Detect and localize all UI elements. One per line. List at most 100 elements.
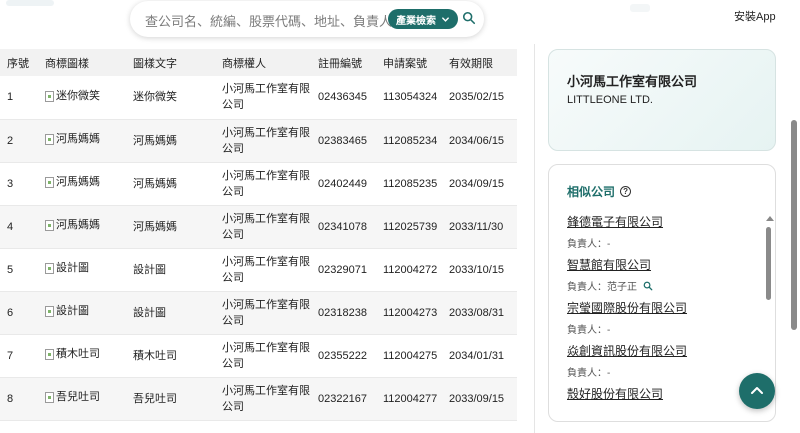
cell-reg-no: 02322167 bbox=[318, 392, 367, 405]
search-input[interactable]: 查公司名、統編、股票代碼、地址、負責人 bbox=[145, 11, 392, 30]
broken-image-icon bbox=[45, 219, 54, 231]
table-row[interactable]: 4 河馬媽媽 河馬媽媽 小河馬工作室有限公司 02341078 112025739 2033… bbox=[0, 205, 517, 248]
trademark-image: 河馬媽媽 bbox=[45, 131, 100, 147]
cell-app-no: 112085235 bbox=[383, 177, 438, 190]
cell-expiry: 2033/09/15 bbox=[449, 392, 505, 405]
trademark-image-alt: 迷你微笑 bbox=[56, 90, 100, 102]
cell-owner: 小河馬工作室有限公司 bbox=[222, 169, 310, 198]
table-row[interactable]: 5 設計圖 設計圖 小河馬工作室有限公司 02329071 112004272 2033/1… bbox=[0, 248, 517, 291]
cell-reg-no: 02329071 bbox=[318, 263, 367, 276]
table-row[interactable]: 1 迷你微笑 迷你微笑 小河馬工作室有限公司 02436345 113054324 2035… bbox=[0, 76, 517, 119]
similar-companies-label: 相似公司 bbox=[567, 185, 616, 199]
trademark-image: 河馬媽媽 bbox=[45, 174, 100, 190]
cell-owner: 小河馬工作室有限公司 bbox=[222, 298, 310, 327]
cell-expiry: 2034/01/31 bbox=[449, 349, 505, 362]
top-bar: 查公司名、統編、股票代碼、地址、負責人 產業檢索 安裝App bbox=[0, 0, 800, 44]
cell-owner: 小河馬工作室有限公司 bbox=[222, 212, 310, 241]
search-icon bbox=[462, 11, 476, 25]
column-header: 有效期限 bbox=[449, 57, 493, 70]
back-to-top-button[interactable] bbox=[739, 373, 775, 409]
company-name: 小河馬工作室有限公司 bbox=[567, 74, 698, 89]
search-button[interactable] bbox=[462, 11, 478, 27]
similar-companies-title: 相似公司 ? bbox=[567, 183, 632, 200]
trademark-table: 序號 商標圖樣 圖樣文字 商標權人 註冊編號 申請案號 有效期限 1 迷你微笑 迷你… bbox=[0, 49, 517, 421]
cell-reg-no: 02355222 bbox=[318, 349, 367, 362]
cell-logo: 吾兒吐司 bbox=[38, 377, 126, 420]
table-row[interactable]: 7 積木吐司 積木吐司 小河馬工作室有限公司 02355222 112004275 2034… bbox=[0, 334, 517, 377]
trademark-image: 河馬媽媽 bbox=[45, 217, 100, 233]
table-row[interactable]: 2 河馬媽媽 河馬媽媽 小河馬工作室有限公司 02383465 112085234 2034… bbox=[0, 119, 517, 162]
similar-company-link[interactable]: 殼好股份有限公司 bbox=[567, 385, 757, 402]
trademark-image: 迷你微笑 bbox=[45, 88, 100, 104]
trademark-image: 設計圖 bbox=[45, 260, 89, 276]
person-label: 負責人：范子正 bbox=[567, 282, 637, 293]
cell-no: 8 bbox=[7, 392, 14, 405]
similar-company-link[interactable]: 智慧館有限公司 bbox=[567, 256, 757, 273]
cell-app-no: 112004277 bbox=[383, 392, 438, 405]
column-header: 申請案號 bbox=[383, 57, 427, 70]
cell-text: 河馬媽媽 bbox=[133, 220, 177, 233]
cell-text: 迷你微笑 bbox=[133, 91, 177, 104]
cell-logo: 設計圖 bbox=[38, 291, 126, 334]
similar-company-item: 智慧館有限公司負責人：范子正 bbox=[567, 256, 757, 299]
cell-owner: 小河馬工作室有限公司 bbox=[222, 83, 310, 112]
broken-image-icon bbox=[45, 348, 54, 360]
chevron-down-icon bbox=[442, 16, 449, 22]
cell-text: 吾兒吐司 bbox=[133, 392, 177, 405]
cell-logo: 河馬媽媽 bbox=[38, 119, 126, 162]
install-app-link[interactable]: 安裝App bbox=[734, 8, 776, 24]
top-ghost-element bbox=[6, 0, 54, 6]
table-row[interactable]: 8 吾兒吐司 吾兒吐司 小河馬工作室有限公司 02322167 112004277 2033… bbox=[0, 377, 517, 420]
similar-company-link[interactable]: 焱創資訊股份有限公司 bbox=[567, 342, 757, 359]
similar-company-link[interactable]: 宗瑩國際股份有限公司 bbox=[567, 299, 757, 316]
page-scrollbar[interactable] bbox=[791, 120, 797, 330]
search-icon[interactable] bbox=[643, 281, 653, 291]
cell-expiry: 2034/06/15 bbox=[449, 134, 505, 147]
list-scrollbar[interactable] bbox=[766, 227, 771, 300]
cell-expiry: 2033/08/31 bbox=[449, 306, 505, 319]
cell-logo: 設計圖 bbox=[38, 248, 126, 291]
cell-no: 4 bbox=[7, 220, 14, 233]
help-icon[interactable]: ? bbox=[620, 186, 632, 197]
company-name-en: LITTLEONE LTD. bbox=[567, 94, 653, 106]
cell-no: 5 bbox=[7, 263, 14, 276]
chevron-up-icon bbox=[751, 387, 763, 394]
cell-app-no: 112025739 bbox=[383, 220, 438, 233]
table-row[interactable]: 6 設計圖 設計圖 小河馬工作室有限公司 02318238 112004273 2033/0… bbox=[0, 291, 517, 334]
cell-text: 設計圖 bbox=[133, 263, 166, 276]
similar-company-link[interactable]: 鋒德電子有限公司 bbox=[567, 213, 757, 230]
cell-text: 河馬媽媽 bbox=[133, 134, 177, 147]
broken-image-icon bbox=[45, 305, 54, 317]
trademark-image: 積木吐司 bbox=[45, 346, 100, 362]
broken-image-icon bbox=[45, 133, 54, 145]
list-scroll-up-arrow[interactable] bbox=[766, 216, 774, 221]
column-header: 商標圖樣 bbox=[45, 57, 89, 70]
column-header: 圖樣文字 bbox=[133, 57, 177, 70]
person-label: 負責人：- bbox=[567, 239, 611, 250]
similar-company-person: 負責人：范子正 bbox=[567, 278, 757, 293]
industry-filter-button[interactable]: 產業檢索 bbox=[388, 9, 458, 29]
cell-no: 6 bbox=[7, 306, 14, 319]
table-row[interactable]: 3 河馬媽媽 河馬媽媽 小河馬工作室有限公司 02402449 112085235 2034… bbox=[0, 162, 517, 205]
similar-company-person: 負責人：- bbox=[567, 235, 757, 250]
cell-app-no: 113054324 bbox=[383, 91, 438, 104]
person-label: 負責人：- bbox=[567, 368, 611, 379]
similar-company-item: 鋒德電子有限公司負責人：- bbox=[567, 213, 757, 256]
cell-owner: 小河馬工作室有限公司 bbox=[222, 255, 310, 284]
cell-owner: 小河馬工作室有限公司 bbox=[222, 384, 310, 413]
broken-image-icon bbox=[45, 176, 54, 188]
cell-logo: 積木吐司 bbox=[38, 334, 126, 377]
search-bar[interactable]: 查公司名、統編、股票代碼、地址、負責人 產業檢索 bbox=[130, 1, 484, 37]
cell-no: 7 bbox=[7, 349, 14, 362]
broken-image-icon bbox=[45, 262, 54, 274]
trademark-image: 吾兒吐司 bbox=[45, 389, 100, 405]
similar-company-person: 負責人：- bbox=[567, 321, 757, 336]
column-header: 商標權人 bbox=[222, 57, 266, 70]
cell-app-no: 112004273 bbox=[383, 306, 438, 319]
top-ghost-element-2 bbox=[630, 4, 650, 12]
trademark-image-alt: 河馬媽媽 bbox=[56, 176, 100, 189]
similar-company-item: 宗瑩國際股份有限公司負責人：- bbox=[567, 299, 757, 342]
person-label: 負責人：- bbox=[567, 325, 611, 336]
industry-filter-label: 產業檢索 bbox=[396, 15, 436, 27]
cell-app-no: 112004275 bbox=[383, 349, 438, 362]
